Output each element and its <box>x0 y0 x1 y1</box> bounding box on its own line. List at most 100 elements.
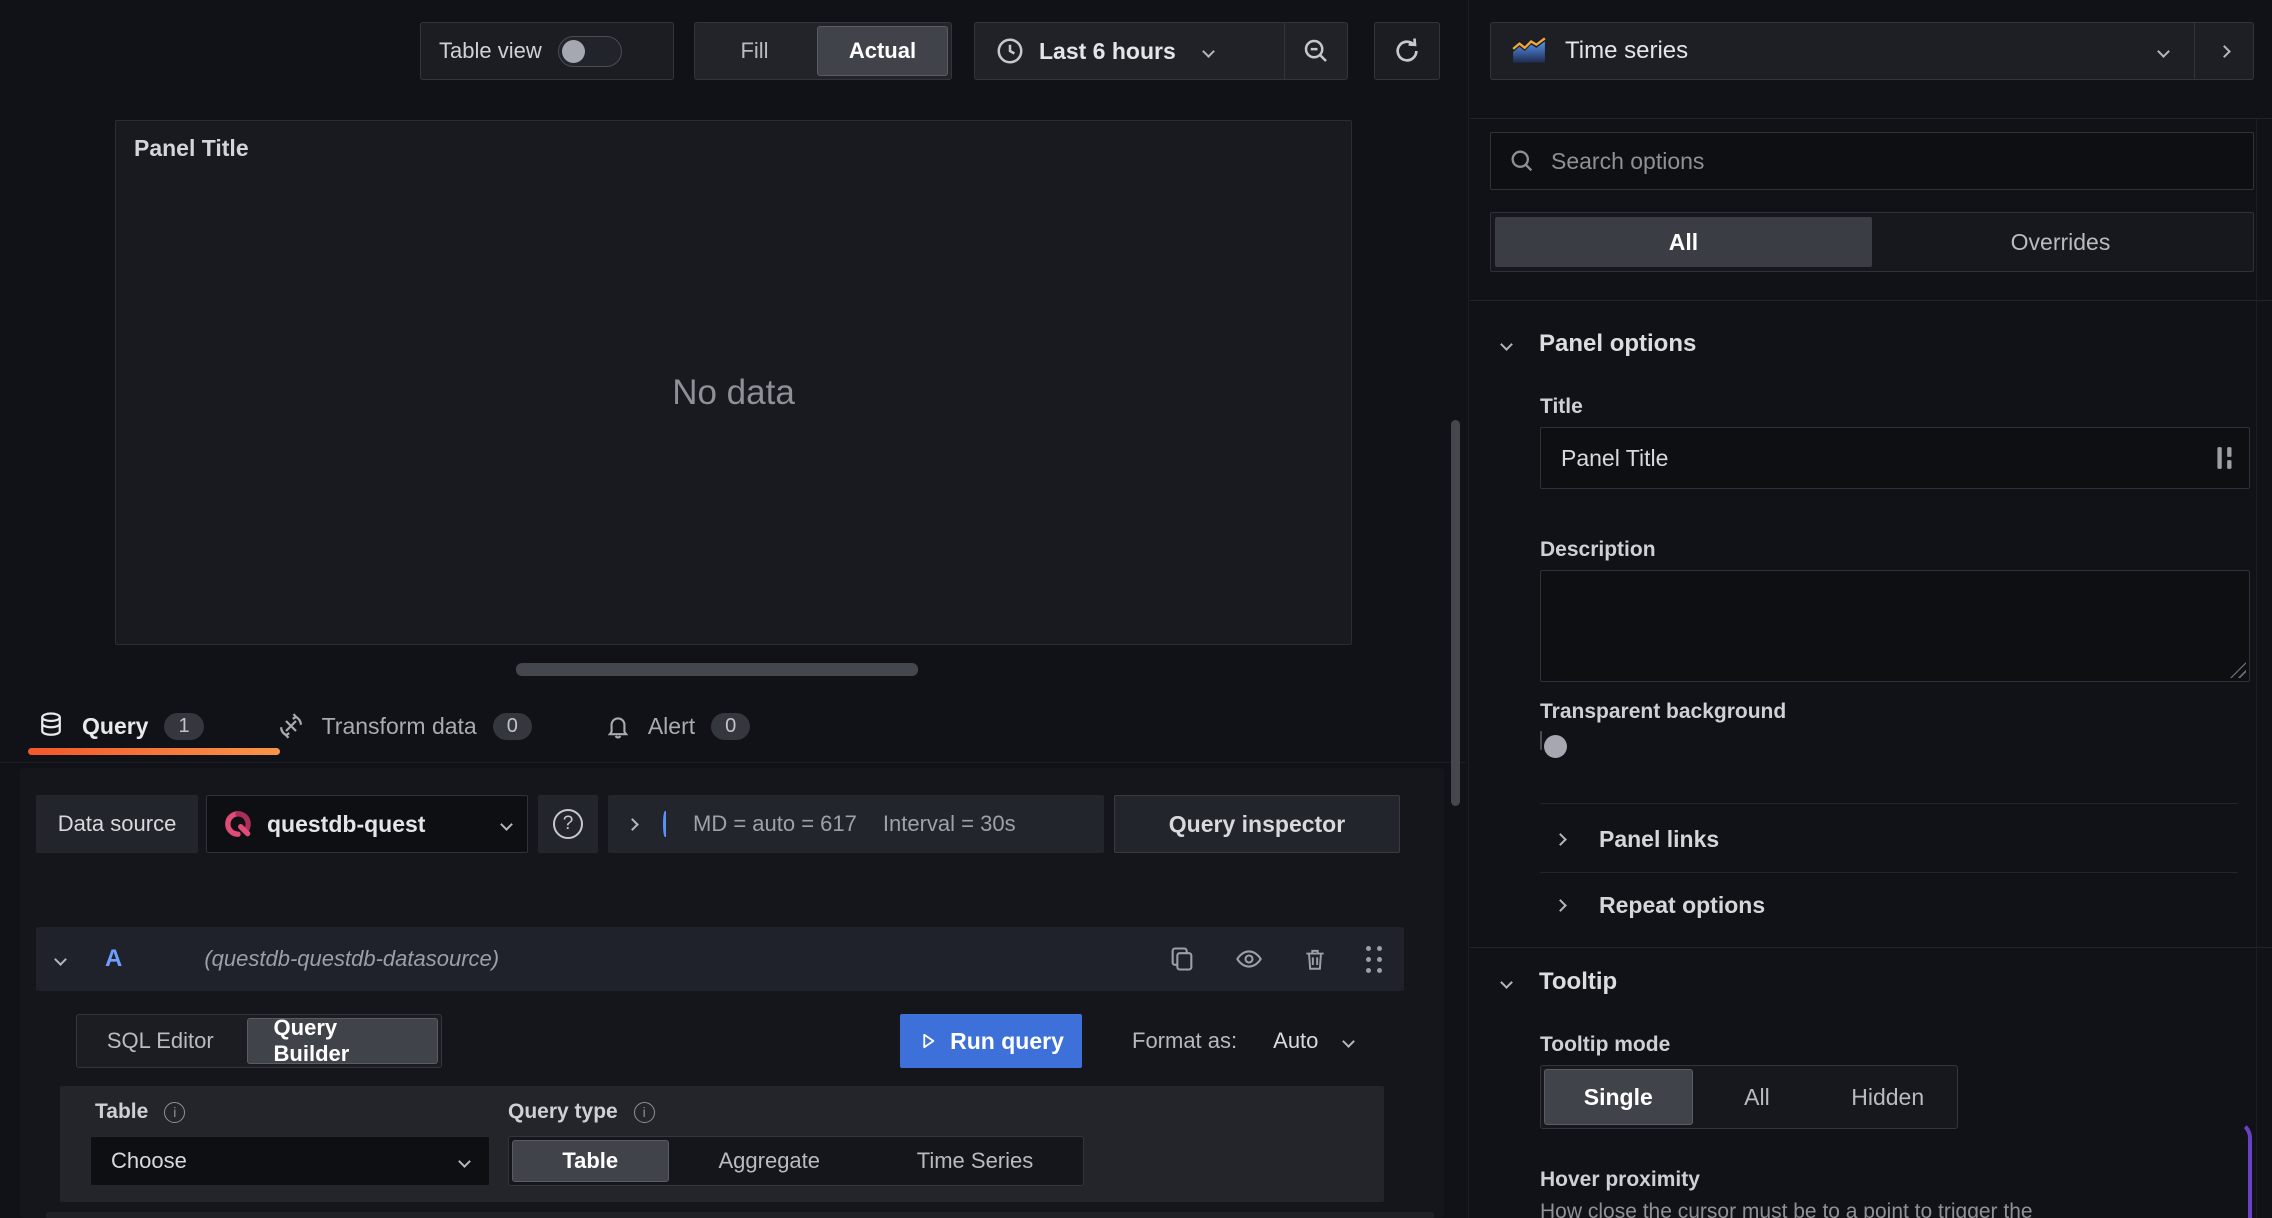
active-tab-underline <box>28 748 280 755</box>
refresh-button[interactable] <box>1374 22 1440 80</box>
divider <box>1470 947 2272 948</box>
collapse-query-chevron-icon[interactable] <box>54 952 67 966</box>
tab-query[interactable]: Query 1 <box>36 710 204 742</box>
title-field[interactable] <box>1540 427 2250 489</box>
panel-options-header[interactable]: Panel options <box>1500 330 1697 358</box>
delete-query-icon[interactable] <box>1302 945 1328 973</box>
fill-option[interactable]: Fill <box>695 23 814 79</box>
transparent-background-toggle[interactable] <box>1540 731 1567 758</box>
viz-name: Time series <box>1565 37 1689 64</box>
chevron-down-icon <box>1201 44 1215 58</box>
tooltip-mode-single[interactable]: Single <box>1544 1069 1693 1125</box>
search-icon <box>1511 150 1533 172</box>
panel-title-input[interactable] <box>1540 427 2250 489</box>
chevron-right-icon <box>2217 44 2231 58</box>
title-label: Title <box>1540 395 1583 418</box>
tab-transform-label: Transform data <box>321 712 477 739</box>
table-view-toggle[interactable] <box>557 35 622 67</box>
tab-alert[interactable]: Alert 0 <box>604 711 751 741</box>
run-query-label: Run query <box>950 1027 1064 1054</box>
table-select[interactable]: Choose <box>90 1136 490 1186</box>
toggle-knob <box>1544 735 1567 758</box>
tooltip-mode-hidden[interactable]: Hidden <box>1818 1066 1957 1128</box>
format-as-value: Auto <box>1273 1028 1319 1053</box>
panel-options-title: Panel options <box>1539 330 1697 357</box>
tooltip-mode-label: Tooltip mode <box>1540 1033 1671 1056</box>
datasource-picker[interactable]: questdb-quest <box>206 795 528 853</box>
tab-all[interactable]: All <box>1495 217 1872 267</box>
divider <box>1470 118 2272 119</box>
time-range-picker[interactable]: Last 6 hours <box>975 23 1284 79</box>
query-type-aggregate[interactable]: Aggregate <box>672 1137 868 1185</box>
pane-divider <box>1468 0 1469 1218</box>
datasource-help-button[interactable]: ? <box>538 795 598 853</box>
query-ref-id[interactable]: A <box>105 945 122 973</box>
sql-editor-option[interactable]: SQL Editor <box>77 1015 244 1067</box>
toggle-knob <box>561 39 585 63</box>
horizontal-scrollbar[interactable] <box>516 663 918 676</box>
editor-tabbar: Query 1 Transform data 0 Alert 0 <box>36 700 751 752</box>
chevron-down-icon <box>458 1154 471 1168</box>
search-options-box[interactable] <box>1490 132 2254 190</box>
query-type-timeseries[interactable]: Time Series <box>867 1137 1083 1185</box>
divider <box>1470 300 2272 301</box>
resize-handle[interactable] <box>2230 662 2246 678</box>
hide-query-icon[interactable] <box>1234 945 1264 973</box>
questdb-logo-icon <box>225 811 251 837</box>
info-icon: i <box>633 1101 655 1123</box>
panel-title[interactable]: Panel Title <box>134 135 249 162</box>
datasource-label: Data source <box>36 795 198 853</box>
interval-text: Interval = 30s <box>882 811 1016 836</box>
actual-option[interactable]: Actual <box>816 26 948 76</box>
format-as-label: Format as: <box>1132 1028 1238 1053</box>
tab-transform[interactable]: Transform data 0 <box>276 711 532 741</box>
panel-links-header[interactable]: Panel links <box>1554 826 1720 853</box>
timeseries-viz-icon <box>1511 37 1547 65</box>
repeat-options-header[interactable]: Repeat options <box>1554 892 1765 919</box>
tooltip-mode-switch: Single All Hidden <box>1540 1065 1958 1129</box>
tooltip-mode-all[interactable]: All <box>1696 1066 1819 1128</box>
collapse-options-button[interactable] <box>2195 44 2253 58</box>
time-range-label: Last 6 hours <box>1039 37 1176 64</box>
loading-indicator <box>663 811 667 837</box>
options-filter-tabs: All Overrides <box>1490 212 2254 272</box>
duplicate-query-icon[interactable] <box>1168 945 1196 973</box>
divider <box>0 762 1466 763</box>
chevron-down-icon <box>500 817 513 831</box>
datasource-name: questdb-quest <box>267 810 426 837</box>
description-textarea[interactable] <box>1540 570 2250 682</box>
panel-editor: Table view Fill Actual Last 6 hours Pane… <box>0 0 2272 1218</box>
query-type-field-label: Query type <box>508 1100 618 1123</box>
query-datasource-hint: (questdb-questdb-datasource) <box>204 946 500 971</box>
format-as-select[interactable]: Auto <box>1273 1028 1356 1054</box>
chevron-right-icon <box>626 817 639 831</box>
search-options-input[interactable] <box>1490 132 2254 190</box>
tooltip-header[interactable]: Tooltip <box>1500 968 1617 996</box>
format-as-control: Format as: Auto <box>1132 1014 1356 1068</box>
tab-query-label: Query <box>82 712 149 739</box>
hover-proximity-label: Hover proximity <box>1540 1168 1700 1191</box>
table-select-value: Choose <box>111 1148 187 1173</box>
next-row-edge <box>46 1212 1434 1218</box>
refresh-icon <box>1396 38 1418 62</box>
chevron-down-icon <box>2157 44 2170 58</box>
table-view-label: Table view <box>439 38 542 63</box>
visualization-picker[interactable]: Time series <box>1490 22 2254 80</box>
query-inspector-button[interactable]: Query inspector <box>1114 795 1400 853</box>
drag-handle-icon[interactable] <box>1366 945 1384 973</box>
zoom-out-time-button[interactable] <box>1285 23 1347 79</box>
query-row-header[interactable]: A (questdb-questdb-datasource) <box>36 927 1404 991</box>
zoom-out-icon <box>1304 39 1327 62</box>
query-options-row[interactable]: MD = auto = 617 Interval = 30s <box>608 795 1104 853</box>
vertical-scrollbar[interactable] <box>1451 420 1460 806</box>
panel-links-label: Panel links <box>1599 826 1720 852</box>
tab-alert-count: 0 <box>711 712 751 740</box>
tab-query-count: 1 <box>164 712 204 740</box>
table-field-label: Table <box>95 1100 149 1123</box>
run-query-button[interactable]: Run query <box>900 1014 1082 1068</box>
query-type-table[interactable]: Table <box>512 1140 669 1182</box>
tab-overrides[interactable]: Overrides <box>1872 217 2249 267</box>
chevron-right-icon <box>1554 899 1567 912</box>
query-builder-option[interactable]: Query Builder <box>246 1015 438 1066</box>
chevron-down-icon <box>1500 337 1513 351</box>
